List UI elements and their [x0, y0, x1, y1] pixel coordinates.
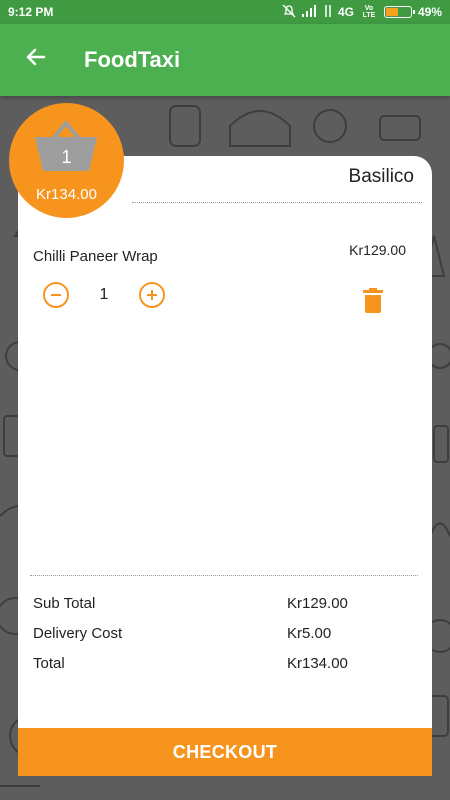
subtotal-value: Kr129.00 — [287, 594, 348, 612]
status-bar: 9:12 PM 4G Vo LTE 49% — [0, 0, 450, 24]
basket-total: Kr134.00 — [36, 186, 97, 203]
delivery-value: Kr5.00 — [287, 624, 332, 642]
signal-icon — [301, 4, 318, 20]
total-label: Total — [33, 654, 65, 672]
divider — [30, 575, 418, 576]
trash-icon — [362, 288, 384, 318]
restaurant-name: Basilico — [348, 166, 414, 187]
back-button[interactable] — [0, 24, 72, 96]
basket-badge[interactable]: 1 Kr134.00 — [9, 103, 124, 218]
battery-icon — [383, 6, 415, 18]
app-bar: FoodTaxi — [0, 24, 450, 96]
battery-percent: 49% — [417, 5, 442, 19]
plus-circle-icon — [146, 285, 158, 305]
delivery-row: Delivery Cost Kr5.00 — [33, 618, 373, 648]
cart-card: Basilico Chilli Paneer Wrap Kr129.00 1 S… — [18, 156, 432, 776]
quantity-stepper: 1 — [43, 282, 165, 308]
battery-fill — [385, 8, 398, 16]
status-icons: 4G Vo LTE 49% — [282, 4, 442, 21]
volte-badge: Vo LTE — [362, 5, 376, 19]
app-title: FoodTaxi — [84, 47, 181, 72]
subtotal-row: Sub Total Kr129.00 — [33, 588, 373, 618]
subtotal-label: Sub Total — [33, 594, 96, 612]
cart-item-name: Chilli Paneer Wrap — [33, 248, 158, 265]
total-row: Total Kr134.00 — [33, 648, 373, 678]
arrow-left-icon — [24, 44, 48, 76]
mute-icon — [282, 4, 296, 21]
decrease-quantity-button[interactable] — [43, 282, 69, 308]
checkout-button[interactable]: CHECKOUT — [18, 728, 432, 776]
quantity-value: 1 — [99, 286, 109, 303]
network-type: 4G — [337, 5, 354, 19]
delete-item-button[interactable] — [362, 288, 386, 314]
increase-quantity-button[interactable] — [139, 282, 165, 308]
total-value: Kr134.00 — [287, 654, 348, 672]
basket-count: 1 — [61, 147, 72, 167]
data-transfer-icon — [324, 4, 332, 20]
order-summary: Sub Total Kr129.00 Delivery Cost Kr5.00 … — [33, 588, 373, 678]
status-time: 9:12 PM — [8, 5, 54, 19]
divider — [132, 202, 422, 203]
cart-item-price: Kr129.00 — [349, 242, 406, 258]
minus-circle-icon — [50, 285, 62, 305]
delivery-label: Delivery Cost — [33, 624, 123, 642]
